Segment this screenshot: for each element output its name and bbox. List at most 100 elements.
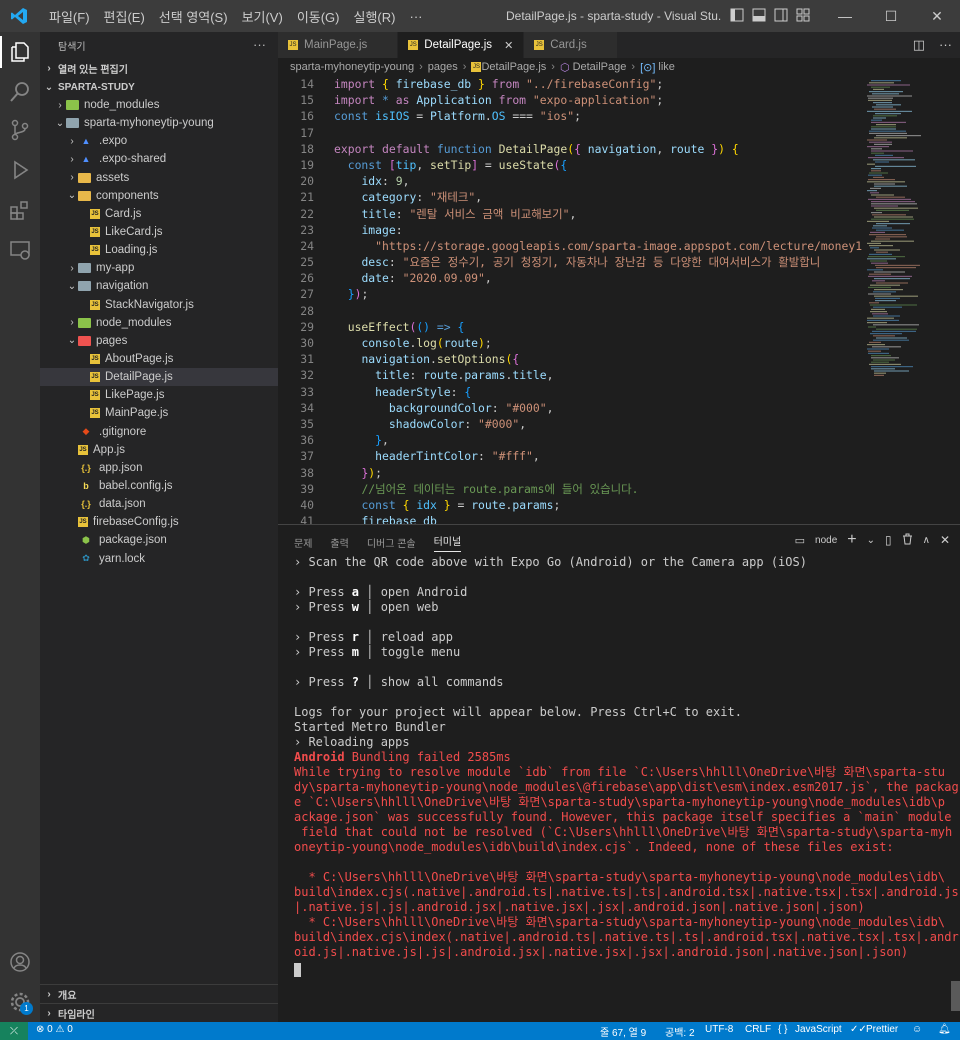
prettier-status[interactable]: Prettier	[866, 1024, 898, 1035]
breadcrumb-item[interactable]: sparta-myhoneytip-young	[290, 61, 414, 73]
bell-icon[interactable]: 🔔︎	[938, 1024, 951, 1035]
panel-tab-2[interactable]: 출력	[330, 535, 348, 550]
new-terminal-button[interactable]: +	[847, 531, 856, 549]
tree-folder[interactable]: › ▲ .expo-shared	[40, 150, 278, 168]
terminal-text: Logs for your project will appear below.…	[294, 705, 742, 719]
search-icon[interactable]	[8, 80, 32, 104]
tree-file[interactable]: {.} app.json	[40, 459, 278, 477]
tree-file[interactable]: ⬢ package.json	[40, 531, 278, 549]
remote-indicator[interactable]: ⤫	[0, 1022, 28, 1040]
minimap-line	[871, 355, 891, 357]
eol[interactable]: CRLF	[745, 1024, 771, 1035]
encoding[interactable]: UTF-8	[705, 1024, 733, 1035]
maximize-button[interactable]: ☐	[868, 0, 914, 32]
explorer-icon[interactable]	[8, 40, 32, 64]
menu-item[interactable]: ···	[402, 9, 429, 24]
outline-section[interactable]: › 개요	[40, 984, 278, 1004]
terminal-scrollbar[interactable]	[951, 981, 960, 1011]
explorer-more-button[interactable]: ···	[253, 37, 266, 52]
timeline-section[interactable]: › 타임라인	[40, 1003, 278, 1023]
menu-bar: 파일(F) 편집(E) 선택 영역(S) 보기(V) 이동(G) 실행(R) ···	[42, 0, 429, 32]
extensions-icon[interactable]	[8, 198, 32, 222]
maximize-panel-button[interactable]: ∧	[923, 535, 930, 546]
close-panel-button[interactable]: ✕	[940, 533, 950, 547]
panel-tab-1[interactable]: 문제	[294, 535, 312, 550]
tree-file[interactable]: JS Card.js	[40, 205, 278, 223]
feedback-icon[interactable]: ☺	[912, 1024, 922, 1035]
indentation[interactable]: 공백: 2	[665, 1024, 695, 1039]
close-window-button[interactable]: ✕	[914, 0, 960, 32]
tree-folder[interactable]: › assets	[40, 169, 278, 187]
tree-file[interactable]: JS MainPage.js	[40, 404, 278, 422]
editor-tab[interactable]: JS MainPage.js	[278, 32, 399, 58]
menu-item[interactable]: 이동(G)	[290, 7, 347, 26]
tree-folder[interactable]: ⌄ sparta-myhoneytip-young	[40, 114, 278, 132]
cursor-position[interactable]: 줄 67, 열 9	[600, 1024, 646, 1039]
tree-folder[interactable]: › node_modules	[40, 314, 278, 332]
tree-file[interactable]: JS DetailPage.js	[40, 368, 278, 387]
tree-file[interactable]: ◆ .gitignore	[40, 423, 278, 441]
open-editors-section[interactable]: › 열려 있는 편집기	[40, 58, 278, 78]
tree-file[interactable]: JS StackNavigator.js	[40, 296, 278, 314]
editor-tab[interactable]: JS Card.js	[524, 32, 618, 58]
tree-file[interactable]: b babel.config.js	[40, 477, 278, 495]
problems-count[interactable]: ⊗ 0 ⚠ 0	[36, 1024, 73, 1035]
workspace-root-section[interactable]: ⌄ SPARTA-STUDY	[40, 77, 278, 97]
customize-layout-icon[interactable]	[796, 8, 810, 22]
breadcrumb-item[interactable]: pages	[428, 61, 458, 73]
run-debug-icon[interactable]	[8, 158, 32, 182]
minimap-line	[867, 317, 894, 319]
trash-icon[interactable]	[902, 533, 913, 548]
status-bar: ⤫ ⊗ 0 ⚠ 0 줄 67, 열 9 공백: 2 UTF-8 CRLF { }…	[0, 1022, 960, 1040]
minimap-line	[871, 170, 881, 172]
breadcrumb-item[interactable]: like	[658, 61, 675, 73]
menu-item[interactable]: 편집(E)	[97, 7, 152, 26]
breadcrumb-item[interactable]: DetailPage	[573, 61, 627, 73]
split-terminal-button[interactable]: ▯	[885, 533, 892, 547]
editor-tab[interactable]: JS DetailPage.js ✕	[398, 32, 525, 58]
tree-folder[interactable]: ⌄ navigation	[40, 277, 278, 295]
line-number: 14	[300, 77, 314, 91]
close-tab-icon[interactable]: ✕	[504, 39, 513, 52]
tree-folder[interactable]: ⌄ pages	[40, 332, 278, 350]
language-mode[interactable]: JavaScript	[795, 1024, 842, 1035]
tree-folder[interactable]: › ▲ .expo	[40, 132, 278, 150]
tree-file[interactable]: ✿ yarn.lock	[40, 550, 278, 568]
terminal-line: › Press a │ open Android	[294, 585, 942, 600]
tree-file[interactable]: JS LikeCard.js	[40, 223, 278, 241]
terminal-output[interactable]: › Scan the QR code above with Expo Go (A…	[294, 555, 959, 1015]
breadcrumb-item[interactable]: DetailPage.js	[481, 61, 546, 73]
tree-file[interactable]: {.} data.json	[40, 495, 278, 513]
minimize-button[interactable]: —	[822, 0, 868, 32]
split-editor-icon[interactable]: ◫	[913, 37, 925, 53]
line-number: 28	[300, 303, 314, 318]
menu-item[interactable]: 선택 영역(S)	[152, 7, 235, 26]
tree-file[interactable]: JS Loading.js	[40, 241, 278, 259]
menu-item[interactable]: 보기(V)	[235, 7, 290, 26]
remote-explorer-icon[interactable]	[8, 238, 32, 262]
tree-folder[interactable]: ⌄ components	[40, 187, 278, 205]
menu-item[interactable]: 파일(F)	[42, 7, 97, 26]
tree-file[interactable]: JS LikePage.js	[40, 386, 278, 404]
minimap-line	[876, 229, 904, 231]
line-number: 19	[300, 157, 314, 172]
minimap[interactable]	[863, 76, 950, 524]
toggle-panel-icon[interactable]	[752, 8, 766, 22]
tree-file[interactable]: JS App.js	[40, 441, 278, 459]
terminal-shell-label[interactable]: node	[815, 535, 837, 546]
chevron-down-icon[interactable]: ⌄	[867, 535, 875, 546]
source-control-icon[interactable]	[8, 118, 32, 142]
menu-item[interactable]: 실행(R)	[347, 7, 403, 26]
account-icon[interactable]	[8, 950, 32, 974]
editor-scrollbar[interactable]	[950, 76, 960, 524]
toggle-secondary-sidebar-icon[interactable]	[774, 8, 788, 22]
code-view[interactable]: 14 import { firebase_db } from "../fireba…	[278, 76, 863, 524]
toggle-sidebar-icon[interactable]	[730, 8, 744, 22]
editor-more-button[interactable]: ···	[939, 37, 952, 53]
panel-tab-3[interactable]: 디버그 콘솔	[367, 535, 416, 550]
panel-tab-4[interactable]: 터미널	[433, 533, 462, 552]
tree-file[interactable]: JS firebaseConfig.js	[40, 513, 278, 531]
tree-folder[interactable]: › node_modules	[40, 96, 278, 114]
tree-folder[interactable]: › my-app	[40, 259, 278, 277]
tree-file[interactable]: JS AboutPage.js	[40, 350, 278, 368]
